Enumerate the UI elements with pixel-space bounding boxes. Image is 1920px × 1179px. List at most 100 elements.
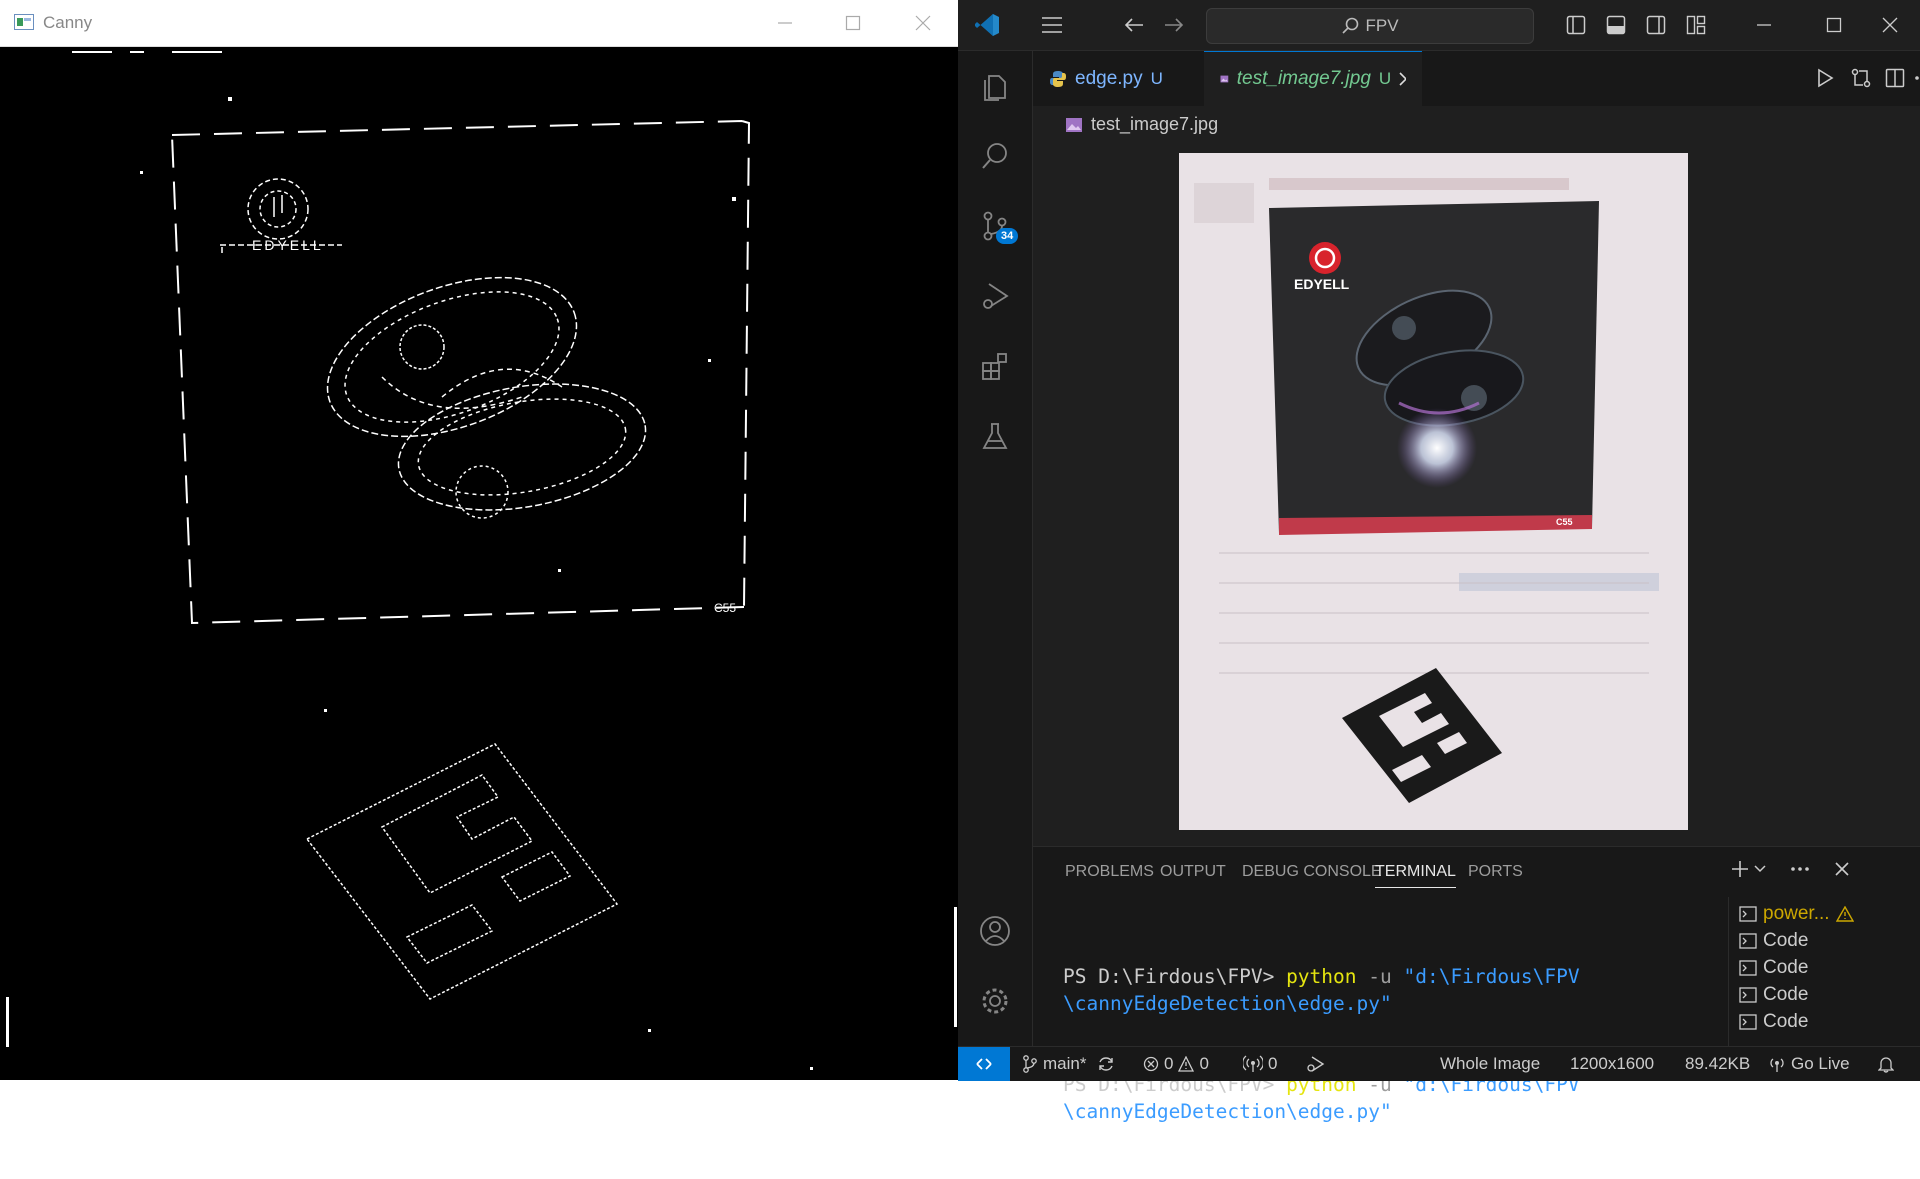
close-icon[interactable] bbox=[1399, 72, 1406, 86]
plus-icon bbox=[1732, 861, 1748, 877]
terminal-icon bbox=[1739, 986, 1757, 1003]
preview-model-text: C55 bbox=[1556, 517, 1573, 527]
panel-more-actions-button[interactable] bbox=[1785, 847, 1815, 891]
file-size-label: 89.42KB bbox=[1685, 1054, 1751, 1073]
tab-test-image7[interactable]: test_image7.jpg U bbox=[1204, 51, 1422, 106]
panel-tab-debug-console[interactable]: DEBUG CONSOLE bbox=[1242, 863, 1382, 881]
breadcrumb[interactable]: test_image7.jpg bbox=[1065, 114, 1218, 135]
error-icon bbox=[1143, 1056, 1159, 1072]
panel-tab-problems[interactable]: PROBLEMS bbox=[1065, 863, 1154, 881]
tab-label: test_image7.jpg bbox=[1236, 68, 1371, 89]
sidebar-left-icon bbox=[1566, 15, 1586, 35]
search-icon bbox=[982, 143, 1007, 169]
image-file-size: 89.42KB bbox=[1685, 1047, 1750, 1081]
toggle-panel-button[interactable] bbox=[1596, 0, 1636, 50]
source-control-button[interactable]: 34 bbox=[958, 191, 1032, 261]
manage-button[interactable] bbox=[958, 966, 1032, 1036]
minimize-button[interactable] bbox=[750, 0, 820, 46]
debug-icon bbox=[1307, 1056, 1325, 1072]
terminal-instance-code[interactable]: Code bbox=[1739, 1005, 1808, 1038]
explorer-button[interactable] bbox=[958, 51, 1032, 121]
go-live-label: Go Live bbox=[1791, 1054, 1850, 1073]
run-debug-button[interactable] bbox=[958, 261, 1032, 331]
close-icon bbox=[1882, 17, 1898, 33]
customize-layout-button[interactable] bbox=[1676, 0, 1716, 50]
tab-edge-py[interactable]: edge.py U bbox=[1033, 51, 1203, 106]
vscode-window: FPV 34 edge.py U test_image7.jpg U test_… bbox=[958, 0, 1920, 1123]
vscode-minimize-button[interactable] bbox=[1744, 0, 1784, 50]
problems-indicator[interactable]: 0 0 bbox=[1143, 1047, 1209, 1081]
flask-icon bbox=[982, 423, 1008, 449]
hamburger-menu-icon bbox=[1042, 17, 1062, 33]
vscode-maximize-button[interactable] bbox=[1814, 0, 1854, 50]
warning-icon bbox=[1178, 1056, 1195, 1072]
testing-button[interactable] bbox=[958, 401, 1032, 471]
compare-changes-icon bbox=[1851, 68, 1871, 88]
ellipsis-icon bbox=[1915, 76, 1919, 80]
terminal-instance-label: Code bbox=[1763, 1010, 1809, 1032]
maximize-button[interactable] bbox=[818, 0, 888, 46]
image-file-icon bbox=[1066, 117, 1082, 132]
layout-icon bbox=[1686, 15, 1706, 35]
close-panel-button[interactable] bbox=[1827, 847, 1857, 891]
image-mode-label: Whole Image bbox=[1440, 1054, 1541, 1073]
menu-button[interactable] bbox=[1032, 0, 1072, 50]
panel-tab-output[interactable]: OUTPUT bbox=[1160, 863, 1226, 881]
canny-window-title: Canny bbox=[43, 13, 93, 32]
account-icon bbox=[980, 916, 1010, 946]
source-control-badge: 34 bbox=[996, 228, 1019, 244]
warning-icon bbox=[1835, 905, 1854, 922]
panel-tab-terminal[interactable]: TERMINAL bbox=[1375, 863, 1456, 888]
search-view-button[interactable] bbox=[958, 121, 1032, 191]
close-window-button[interactable] bbox=[888, 0, 958, 46]
forwarded-ports-indicator[interactable]: 0 bbox=[1243, 1047, 1277, 1081]
back-button[interactable] bbox=[1114, 0, 1154, 50]
broadcast-icon bbox=[1770, 1058, 1784, 1072]
terminal-flag: -u bbox=[1356, 965, 1404, 988]
terminal-profiles-dropdown[interactable] bbox=[1749, 847, 1771, 891]
ellipsis-icon bbox=[1791, 867, 1809, 871]
maximize-icon bbox=[845, 15, 861, 31]
go-live-button[interactable]: Go Live bbox=[1768, 1047, 1850, 1081]
canny-window: Canny EDYELL C55 bbox=[0, 0, 958, 1080]
extensions-icon bbox=[982, 353, 1007, 380]
remote-indicator[interactable] bbox=[958, 1047, 1010, 1081]
toggle-secondary-sidebar-button[interactable] bbox=[1636, 0, 1676, 50]
broadcast-icon bbox=[1243, 1055, 1263, 1072]
extensions-button[interactable] bbox=[958, 331, 1032, 401]
git-branch-icon bbox=[1023, 1055, 1037, 1073]
bottom-panel: PROBLEMS OUTPUT DEBUG CONSOLE TERMINAL P… bbox=[1033, 846, 1920, 1123]
notifications-button[interactable] bbox=[1878, 1047, 1894, 1081]
terminal-instance-label: Code bbox=[1763, 983, 1809, 1005]
search-label: FPV bbox=[1365, 16, 1399, 35]
vscode-close-button[interactable] bbox=[1870, 0, 1910, 50]
canny-titlebar[interactable]: Canny bbox=[0, 0, 958, 47]
accounts-button[interactable] bbox=[958, 896, 1032, 966]
preview-brand-text: EDYELL bbox=[1294, 276, 1350, 292]
terminal-icon bbox=[1739, 932, 1757, 949]
command-center-search[interactable]: FPV bbox=[1206, 8, 1534, 44]
vscode-logo-icon bbox=[975, 14, 999, 36]
image-preview[interactable]: EDYELL C55 bbox=[1179, 153, 1688, 830]
terminal-output[interactable]: PS D:\Firdous\FPV> python -u "d:\Firdous… bbox=[1063, 909, 1588, 1179]
terminal-instance-list: power... Code Code Code Code bbox=[1728, 897, 1920, 1047]
vscode-titlebar[interactable]: FPV bbox=[958, 0, 1920, 51]
arrow-left-icon bbox=[1124, 18, 1143, 32]
split-editor-button[interactable] bbox=[1875, 53, 1915, 103]
terminal-instance-label: Code bbox=[1763, 929, 1809, 951]
image-file-icon bbox=[1220, 75, 1229, 83]
run-file-button[interactable] bbox=[1805, 53, 1845, 103]
branch-name: main* bbox=[1043, 1054, 1087, 1073]
editor-tabs: edge.py U test_image7.jpg U bbox=[1033, 51, 1920, 106]
image-zoom-mode[interactable]: Whole Image bbox=[1440, 1047, 1540, 1081]
debug-launch-indicator[interactable] bbox=[1305, 1047, 1325, 1081]
maximize-icon bbox=[1826, 17, 1842, 33]
bell-icon bbox=[1878, 1057, 1894, 1073]
panel-tab-ports[interactable]: PORTS bbox=[1468, 863, 1523, 881]
more-actions-button[interactable] bbox=[1911, 53, 1920, 103]
toggle-primary-sidebar-button[interactable] bbox=[1556, 0, 1596, 50]
gear-icon bbox=[982, 988, 1008, 1014]
branch-indicator[interactable]: main* bbox=[1022, 1047, 1115, 1081]
forward-button[interactable] bbox=[1154, 0, 1194, 50]
play-icon bbox=[1818, 68, 1834, 88]
